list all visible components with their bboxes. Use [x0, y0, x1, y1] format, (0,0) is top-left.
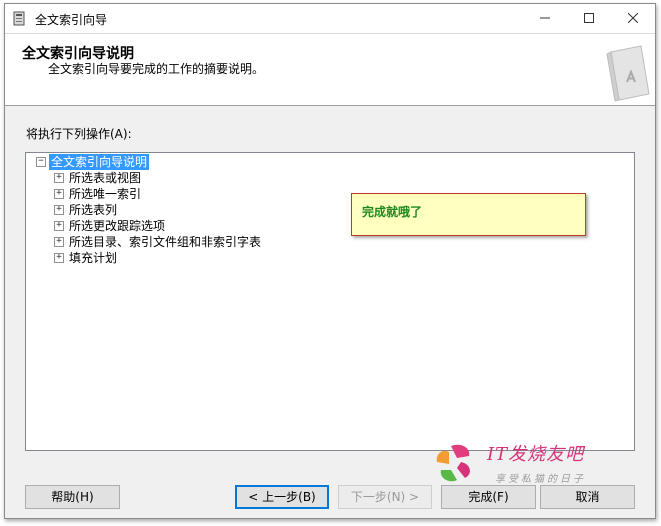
- collapse-icon[interactable]: −: [36, 157, 46, 167]
- tree-item-label[interactable]: 所选表或视图: [69, 170, 141, 186]
- watermark-title: IT发烧友吧: [487, 444, 585, 465]
- book-icon: [606, 45, 650, 102]
- tree-item-label[interactable]: 填充计划: [69, 250, 117, 266]
- expand-icon[interactable]: +: [54, 189, 64, 199]
- page-subtitle: 全文索引向导要完成的工作的摘要说明。: [48, 62, 265, 76]
- tree-item-label[interactable]: 所选目录、索引文件组和非索引字表: [69, 234, 261, 250]
- annotation-callout: 完成就哦了: [351, 193, 586, 236]
- wizard-header: 全文索引向导说明 全文索引向导要完成的工作的摘要说明。: [5, 34, 655, 106]
- watermark-subtitle: 享受私猫的日子: [495, 474, 586, 485]
- title-bar[interactable]: 全文索引向导: [5, 4, 655, 34]
- help-button[interactable]: 帮助(H): [25, 485, 120, 509]
- minimize-icon[interactable]: [523, 4, 567, 33]
- expand-icon[interactable]: +: [54, 237, 64, 247]
- action-list-label: 将执行下列操作(A):: [26, 127, 132, 141]
- close-icon[interactable]: [611, 4, 655, 33]
- maximize-icon[interactable]: [567, 4, 611, 33]
- tree-root-label[interactable]: 全文索引向导说明: [49, 154, 150, 170]
- watermark-logo-icon: [436, 444, 470, 482]
- wizard-window: 全文索引向导 全文索引向导说明 全文索引向导要完成的工作的摘要说明。 将执行下列…: [4, 3, 656, 519]
- wizard-app-icon: [13, 11, 25, 26]
- expand-icon[interactable]: +: [54, 253, 64, 263]
- cancel-button[interactable]: 取消: [540, 485, 635, 509]
- tree-item-label[interactable]: 所选表列: [69, 202, 117, 218]
- callout-text: 完成就哦了: [362, 205, 423, 219]
- expand-icon[interactable]: +: [54, 221, 64, 231]
- next-button[interactable]: 下一步(N) >: [338, 485, 432, 509]
- expand-icon[interactable]: +: [54, 173, 64, 183]
- finish-button[interactable]: 完成(F): [441, 485, 536, 509]
- expand-icon[interactable]: +: [54, 205, 64, 215]
- watermark: IT发烧友吧 享受私猫的日子: [431, 440, 621, 490]
- tree-item-label[interactable]: 所选更改跟踪选项: [69, 218, 165, 234]
- window-title: 全文索引向导: [35, 13, 108, 27]
- tree-item-label[interactable]: 所选唯一索引: [69, 186, 141, 202]
- back-button[interactable]: < 上一步(B): [235, 485, 329, 509]
